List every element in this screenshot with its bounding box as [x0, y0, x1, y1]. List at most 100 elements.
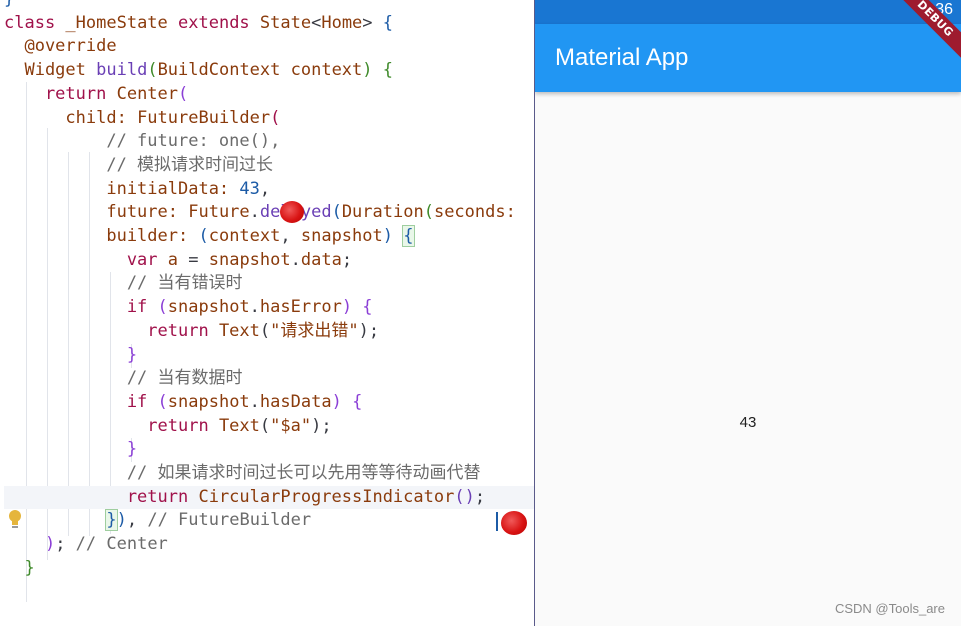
code-token: <	[311, 12, 322, 33]
code-token: )	[331, 391, 342, 412]
code-token: {	[372, 60, 394, 81]
code-token: }	[4, 439, 138, 460]
code-line[interactable]: ); // Center	[4, 533, 168, 556]
code-line[interactable]: }	[4, 438, 137, 461]
code-token: return	[4, 415, 219, 436]
code-token: )	[362, 60, 373, 81]
code-token: }	[105, 509, 118, 532]
code-token: // 模拟请求时间过长	[4, 154, 274, 175]
code-token: Duration	[341, 202, 424, 223]
code-token: snapshot	[167, 391, 250, 412]
code-token: .	[290, 249, 301, 270]
code-line[interactable]: if (snapshot.hasError) {	[4, 296, 373, 319]
code-token: }	[4, 0, 14, 9]
code-token: @override	[4, 36, 117, 57]
code-line[interactable]: child: FutureBuilder(	[4, 107, 280, 130]
lightbulb-icon[interactable]	[7, 509, 23, 531]
code-token: }	[4, 557, 35, 578]
code-token: ;	[341, 249, 353, 270]
code-token: "$a"	[270, 415, 312, 436]
code-token: {	[402, 225, 415, 247]
code-token: =	[188, 249, 209, 270]
code-token: hasData	[259, 391, 332, 412]
code-line[interactable]: // 当有数据时	[4, 367, 243, 390]
code-token: ,	[126, 510, 148, 531]
code-token: context	[290, 60, 363, 81]
code-token: return	[4, 83, 117, 104]
app-bar: Material App	[535, 24, 961, 92]
code-token: .	[249, 391, 260, 412]
code-token: {	[382, 12, 394, 33]
phone-preview: 5:36 Material App DEBUG 43 CSDN @Tools_a…	[535, 0, 961, 626]
code-line[interactable]: future: Future.delayed(Duration(seconds:	[4, 201, 516, 224]
code-line[interactable]: class _HomeState extends State<Home> {	[4, 12, 393, 35]
code-editor[interactable]: }class _HomeState extends State<Home> { …	[0, 0, 534, 626]
code-token: ;	[321, 415, 332, 436]
code-line[interactable]: Widget build(BuildContext context) {	[4, 59, 393, 82]
code-token: FutureBuilder	[137, 107, 271, 128]
code-line[interactable]: // 模拟请求时间过长	[4, 154, 273, 177]
code-token: Future	[188, 202, 250, 223]
code-token: // FutureBuilder	[147, 510, 312, 531]
code-token: ,	[280, 226, 301, 246]
code-token: )	[341, 297, 353, 318]
red-scribble-mark	[501, 511, 527, 535]
code-line[interactable]: }	[4, 344, 137, 367]
code-token: .	[249, 202, 260, 223]
code-token: )	[116, 510, 127, 531]
code-token: initialData:	[4, 178, 240, 199]
code-token: hasError	[259, 297, 342, 318]
code-token: )	[358, 320, 369, 341]
code-token: seconds:	[433, 202, 516, 223]
code-line[interactable]: @override	[4, 35, 117, 58]
text-cursor	[496, 512, 498, 531]
code-token: child:	[4, 107, 138, 128]
code-token: // 当有数据时	[4, 368, 243, 389]
code-token: a	[167, 249, 189, 270]
code-token: (	[198, 226, 209, 246]
code-line[interactable]: }	[4, 0, 14, 11]
code-line[interactable]: initialData: 43,	[4, 178, 270, 201]
code-token: BuildContext	[157, 60, 291, 81]
code-token: return	[4, 320, 219, 341]
app-title: Material App	[555, 44, 689, 71]
code-token: ()	[454, 486, 475, 507]
code-token: Center	[116, 83, 179, 104]
code-token: return	[4, 486, 199, 507]
code-line[interactable]: // future: one(),	[4, 130, 280, 153]
code-token: Widget	[4, 60, 97, 81]
code-line[interactable]: var a = snapshot.data;	[4, 249, 352, 272]
code-token: if	[4, 391, 158, 412]
code-token: (	[259, 320, 271, 341]
code-token: (	[270, 107, 281, 128]
code-token: class	[4, 12, 66, 33]
code-token: snapshot	[208, 249, 291, 270]
code-token: "请求出错"	[270, 320, 359, 341]
code-line[interactable]: return Center(	[4, 83, 188, 106]
center-text: 43	[739, 414, 757, 431]
code-line[interactable]: // 如果请求时间过长可以先用等等待动画代替	[4, 462, 481, 485]
code-token: (	[178, 83, 189, 104]
code-line[interactable]: }	[4, 557, 35, 580]
code-line[interactable]: return Text("$a");	[4, 415, 332, 438]
code-token: )	[382, 226, 393, 246]
code-token: (	[157, 297, 168, 318]
code-token: {	[352, 297, 373, 318]
code-token: State	[259, 12, 312, 33]
code-token: Home	[321, 12, 363, 33]
code-line[interactable]: if (snapshot.hasData) {	[4, 391, 363, 414]
code-line[interactable]: builder: (context, snapshot) {	[4, 225, 415, 248]
red-scribble-mark	[280, 201, 304, 223]
code-token: CircularProgressIndicator	[198, 486, 455, 507]
code-token: ;	[368, 320, 380, 341]
code-token: snapshot	[300, 226, 383, 246]
code-line[interactable]: return CircularProgressIndicator();	[4, 485, 534, 509]
code-line[interactable]: return Text("请求出错");	[4, 320, 379, 343]
code-token: )	[4, 534, 56, 555]
code-line[interactable]: }), // FutureBuilder	[4, 509, 311, 532]
code-token: {	[341, 391, 363, 412]
code-line[interactable]: // 当有错误时	[4, 272, 243, 295]
code-token: Text	[218, 320, 260, 341]
code-token: // 当有错误时	[4, 273, 243, 294]
